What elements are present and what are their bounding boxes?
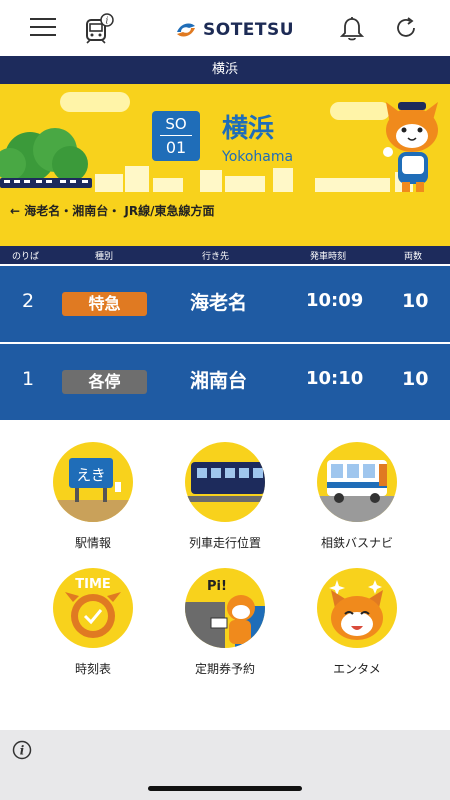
- station-title-bar: 横浜: [0, 56, 450, 84]
- station-number: 01: [165, 138, 187, 157]
- top-bar: i SOTETSU: [0, 0, 450, 56]
- menu-station-info[interactable]: えき 駅情報: [33, 442, 153, 562]
- direction-label[interactable]: ← 海老名・湘南台・ JR線/東急線方面: [10, 202, 215, 219]
- menu-label: 時刻表: [74, 662, 111, 676]
- cloud-decoration: [60, 92, 130, 112]
- menu-timetable[interactable]: TIME 時刻表: [33, 568, 153, 688]
- station-info-icon: えき: [53, 442, 133, 522]
- train-position-icon: [185, 442, 265, 522]
- feature-menu: えき 駅情報 列車走行位置 相鉄バスナビ TIME 時刻表 Pi! 定期券予約 …: [0, 420, 450, 730]
- header-type: 種別: [95, 252, 114, 262]
- menu-icon[interactable]: [30, 16, 58, 38]
- brand-name: SOTETSU: [203, 20, 295, 40]
- mascot-illustration: [383, 102, 438, 192]
- train-type-badge: 各停: [62, 370, 147, 394]
- svg-text:i: i: [106, 17, 109, 27]
- menu-entertainment[interactable]: エンタメ: [297, 568, 417, 688]
- departure-time: 10:10: [306, 368, 364, 389]
- commuter-pass-icon: Pi!: [185, 568, 265, 648]
- header-destination: 行き先: [202, 252, 230, 262]
- line-code: SO: [165, 115, 187, 133]
- train-decoration: [0, 178, 92, 188]
- bell-icon[interactable]: [339, 16, 365, 42]
- menu-label: 定期券予約: [194, 662, 255, 676]
- timetable-icon: TIME: [53, 568, 133, 648]
- brand-logo[interactable]: SOTETSU: [175, 18, 294, 42]
- menu-bus-navi[interactable]: 相鉄バスナビ: [297, 442, 417, 562]
- train-type-badge: 特急: [62, 292, 147, 316]
- svg-text:i: i: [20, 744, 25, 758]
- station-name-en: Yokohama: [222, 149, 294, 165]
- menu-train-position[interactable]: 列車走行位置: [165, 442, 285, 562]
- departure-row[interactable]: 2 特急 海老名 10:09 10: [0, 266, 450, 342]
- departure-row[interactable]: 1 各停 湘南台 10:10 10: [0, 344, 450, 420]
- station-name-ja: 横浜: [222, 114, 275, 144]
- departure-time: 10:09: [306, 290, 364, 311]
- menu-label: 列車走行位置: [188, 536, 261, 550]
- menu-label: エンタメ: [333, 662, 381, 676]
- header-time: 発車時刻: [310, 252, 347, 262]
- home-indicator[interactable]: [148, 786, 302, 791]
- departure-table-header: のりば 種別 行き先 発車時刻 両数: [0, 246, 450, 264]
- timetable-icon-text: TIME: [75, 577, 111, 592]
- destination: 海老名: [190, 292, 248, 314]
- header-track: のりば: [12, 252, 40, 262]
- menu-label: 相鉄バスナビ: [320, 536, 393, 550]
- car-count: 10: [402, 290, 429, 312]
- header-cars: 両数: [404, 252, 423, 262]
- info-icon[interactable]: i: [12, 740, 32, 760]
- refresh-icon[interactable]: [394, 16, 418, 40]
- entertainment-icon: [317, 568, 397, 648]
- car-count: 10: [402, 368, 429, 390]
- station-sign-text: えき: [76, 466, 106, 484]
- sotetsu-mark-icon: [177, 23, 195, 37]
- station-number-badge: SO 01: [152, 111, 200, 161]
- destination: 湘南台: [190, 370, 248, 392]
- commuter-pass-icon-text: Pi!: [207, 579, 227, 594]
- track-number: 1: [22, 368, 35, 390]
- menu-label: 駅情報: [74, 536, 111, 550]
- bus-navi-icon: [317, 442, 397, 522]
- track-number: 2: [22, 290, 35, 312]
- train-info-icon[interactable]: i: [84, 12, 116, 44]
- footer-bar: i: [0, 730, 450, 800]
- station-banner: SO 01 横浜 Yokohama ← 海老名・湘南台・ JR線/東急線方面: [0, 84, 450, 246]
- menu-commuter-pass[interactable]: Pi! 定期券予約: [165, 568, 285, 688]
